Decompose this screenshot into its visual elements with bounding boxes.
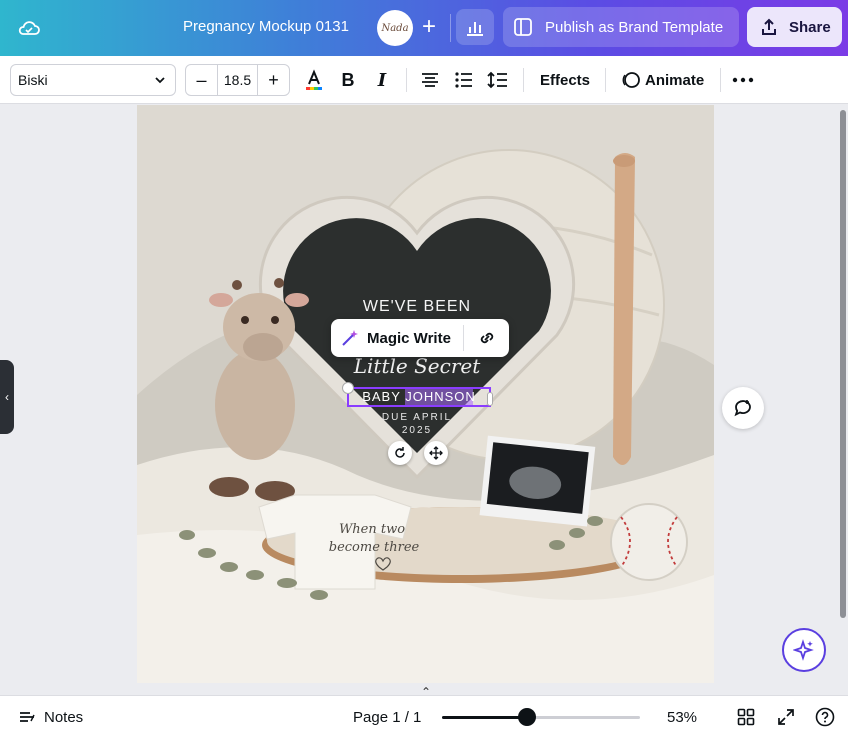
document-title[interactable]: Pregnancy Mockup 0131 (183, 18, 349, 35)
link-button[interactable] (464, 327, 509, 349)
toolbar-divider (406, 68, 407, 92)
top-header: Pregnancy Mockup 0131 Nada + Publish as … (0, 0, 848, 56)
animate-button[interactable]: Animate (645, 72, 704, 89)
footer-bar: Notes Page 1 / 1 53% (0, 695, 848, 736)
insights-button[interactable] (456, 9, 494, 45)
comment-add-icon (734, 400, 751, 417)
due-date-line1: DUE APRIL (382, 412, 452, 423)
zoom-slider-handle[interactable] (518, 708, 537, 726)
header-divider (450, 14, 451, 42)
resize-handle[interactable] (487, 392, 493, 406)
letterboard-script-text: Little Secret (353, 354, 481, 378)
italic-icon[interactable]: I (370, 68, 394, 92)
vertical-scrollbar[interactable] (840, 110, 846, 618)
bullet-list-icon[interactable] (452, 68, 476, 92)
move-button[interactable] (424, 441, 448, 465)
cloud-sync-icon[interactable] (16, 15, 42, 41)
link-icon (480, 332, 493, 344)
share-label: Share (789, 18, 831, 36)
zoom-slider-fill (442, 716, 528, 719)
magic-write-button[interactable]: Magic Write (331, 328, 463, 348)
publish-brand-template-button[interactable]: Publish as Brand Template (503, 7, 739, 47)
magic-wand-icon (342, 330, 358, 346)
move-icon (429, 446, 443, 460)
onesie-text-line1: When two (339, 522, 405, 537)
notes-label: Notes (44, 708, 84, 726)
rotate-button[interactable] (388, 441, 412, 465)
letterboard-line1: WE'VE BEEN (363, 298, 471, 315)
chevron-down-icon (153, 73, 167, 90)
collapse-side-panel-button[interactable]: ‹ (0, 360, 14, 434)
template-icon (514, 18, 532, 36)
publish-label: Publish as Brand Template (545, 18, 724, 36)
share-button[interactable]: Share (747, 7, 842, 47)
font-size-stepper: – 18.5 + (185, 64, 290, 96)
notes-button[interactable]: Notes (18, 708, 83, 726)
bold-icon[interactable]: B (336, 68, 360, 92)
more-options-icon[interactable] (731, 68, 755, 92)
fullscreen-icon[interactable] (776, 707, 796, 727)
add-collaborator-button[interactable]: + (414, 12, 444, 42)
font-family-select[interactable]: Biski (10, 64, 176, 96)
magic-write-label: Magic Write (367, 329, 451, 347)
toolbar-divider (523, 68, 524, 92)
add-comment-button[interactable] (722, 387, 764, 429)
toolbar-divider (720, 68, 721, 92)
grid-view-icon[interactable] (736, 707, 756, 727)
avatar[interactable]: Nada (377, 10, 413, 46)
rotate-icon (395, 447, 405, 458)
font-size-input[interactable]: 18.5 (217, 65, 258, 95)
onesie-text-line2: become three (329, 540, 420, 555)
magic-write-toolbar: Magic Write (331, 319, 509, 357)
align-center-icon[interactable] (418, 68, 442, 92)
notes-icon (20, 712, 35, 722)
due-date-line2: 2025 (402, 425, 432, 436)
sparkle-icon (793, 639, 814, 661)
zoom-value[interactable]: 53% (667, 709, 697, 726)
selection-start-handle[interactable] (342, 382, 354, 394)
share-upload-icon (762, 18, 776, 35)
magic-assistant-button[interactable] (782, 628, 826, 672)
text-color-icon[interactable] (302, 68, 326, 92)
effects-button[interactable]: Effects (540, 72, 590, 89)
bar-chart-icon (467, 22, 483, 36)
page-indicator[interactable]: Page 1 / 1 (353, 709, 421, 726)
increase-font-size-button[interactable]: + (258, 65, 289, 95)
help-icon[interactable] (815, 707, 835, 727)
animate-icon[interactable] (619, 68, 643, 92)
decrease-font-size-button[interactable]: – (186, 65, 217, 95)
font-name: Biski (18, 72, 48, 88)
line-spacing-icon[interactable] (486, 68, 510, 92)
toolbar-divider (605, 68, 606, 92)
text-toolbar: Biski – 18.5 + B I Effects Animate (0, 56, 848, 104)
selected-text[interactable]: BABY JOHNSON (347, 389, 491, 404)
